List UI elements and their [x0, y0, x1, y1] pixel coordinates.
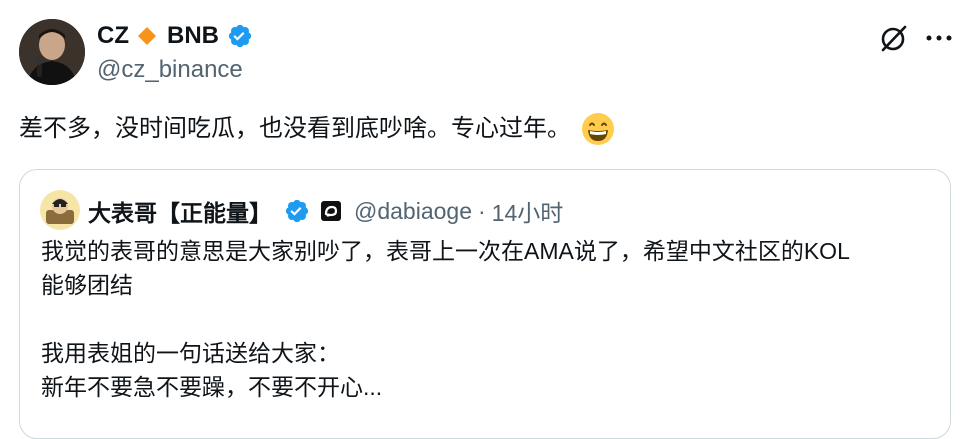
verified-badge-icon[interactable] — [284, 198, 310, 224]
quote-author-name[interactable]: 大表哥【正能量】 — [88, 194, 272, 228]
author-name-part2: BNB — [167, 22, 219, 49]
author-name-part1: CZ — [97, 22, 129, 49]
quoted-tweet-card[interactable]: 大表哥【正能量】 @dabiaoge · 14小时 我觉的表哥的意思是大家别吵了… — [19, 169, 951, 439]
orange-diamond-icon — [138, 27, 156, 45]
affiliate-badge-icon[interactable] — [320, 200, 342, 222]
author-avatar-image — [19, 19, 85, 85]
quote-timestamp[interactable]: 14小时 — [492, 194, 564, 228]
grok-icon[interactable] — [878, 22, 910, 54]
more-icon[interactable] — [924, 33, 954, 43]
tweet-text: 差不多，没时间吃瓜，也没看到底吵啥。专心过年。 — [19, 111, 615, 147]
quote-author-avatar-image — [40, 190, 80, 230]
verified-badge-icon[interactable] — [227, 23, 253, 49]
tweet-text-content: 差不多，没时间吃瓜，也没看到底吵啥。专心过年。 — [19, 115, 571, 142]
quote-line-4: 我用表姐的一句话送给大家： — [41, 340, 340, 366]
grinning-face-icon — [582, 113, 614, 145]
quote-author-avatar[interactable] — [40, 190, 80, 230]
quote-separator: · — [478, 197, 486, 224]
author-handle[interactable]: @cz_binance — [97, 56, 243, 84]
author-avatar[interactable] — [19, 19, 85, 85]
quote-line-5: 新年不要急不要躁，不要不开心... — [41, 374, 383, 400]
quote-line-gap — [41, 302, 931, 336]
author-name-line[interactable]: CZ BNB — [97, 22, 253, 50]
quote-header: 大表哥【正能量】 @dabiaoge · 14小时 — [88, 194, 563, 228]
quote-text: 我觉的表哥的意思是大家别吵了，表哥上一次在AMA说了，希望中文社区的KOL 能够… — [41, 234, 931, 404]
quote-line-1: 我觉的表哥的意思是大家别吵了，表哥上一次在AMA说了，希望中文社区的KOL — [41, 238, 850, 264]
quote-author-handle[interactable]: @dabiaoge — [354, 198, 472, 225]
quote-line-2: 能够团结 — [41, 272, 133, 298]
